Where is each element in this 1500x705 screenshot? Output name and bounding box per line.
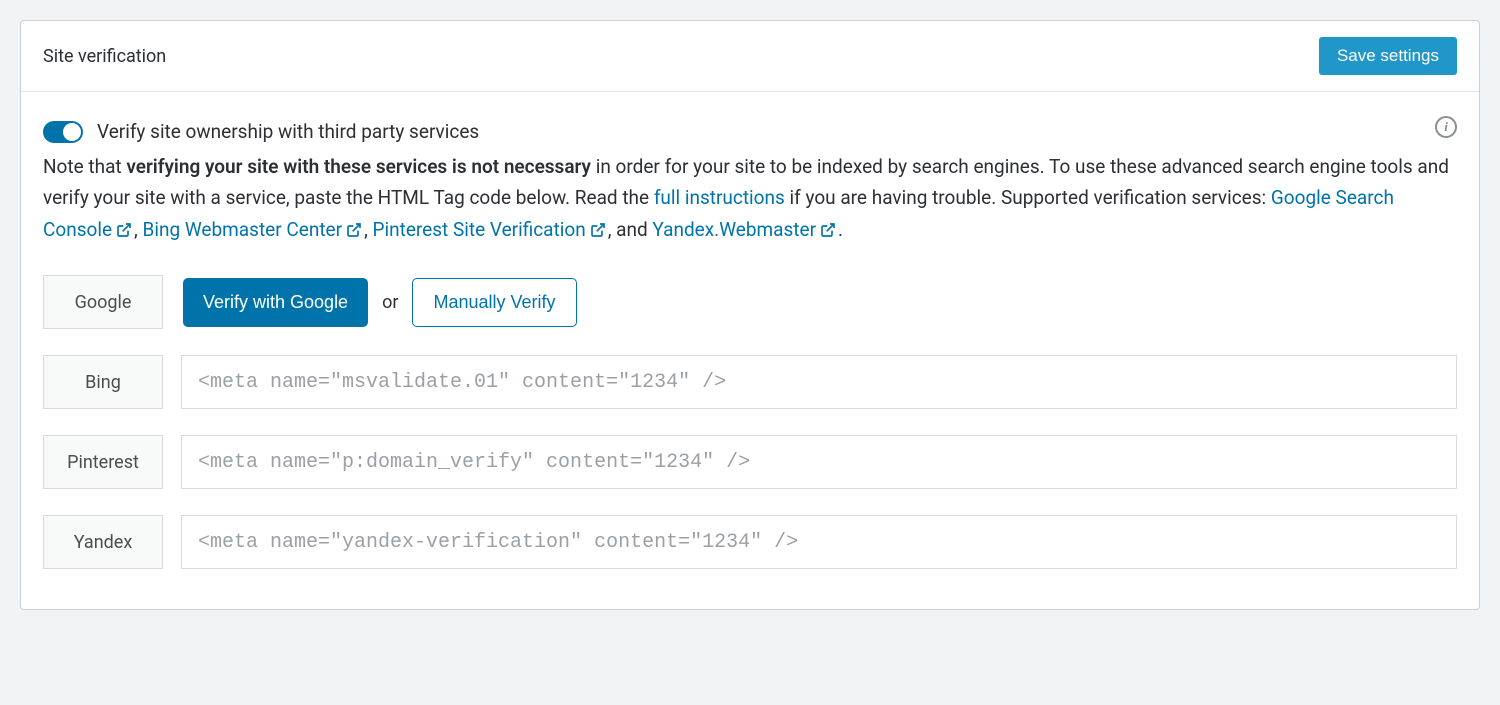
yandex-input[interactable] (181, 515, 1457, 569)
external-link-icon (346, 216, 362, 247)
description-text: Note that verifying your site with these… (43, 151, 1457, 247)
panel-body: i Verify site ownership with third party… (21, 92, 1479, 609)
verify-toggle[interactable] (43, 121, 83, 143)
external-link-icon (590, 216, 606, 247)
pinterest-row: Pinterest (43, 435, 1457, 489)
or-text: or (382, 292, 398, 313)
description-note-prefix: Note that (43, 155, 126, 178)
pinterest-label: Pinterest (43, 435, 163, 489)
save-settings-button[interactable]: Save settings (1319, 37, 1457, 75)
yandex-row: Yandex (43, 515, 1457, 569)
bing-label: Bing (43, 355, 163, 409)
bing-webmaster-link[interactable]: Bing Webmaster Center (143, 218, 343, 241)
description-bold: verifying your site with these services … (126, 155, 591, 178)
pinterest-input[interactable] (181, 435, 1457, 489)
sep2: , (364, 218, 372, 241)
info-icon[interactable]: i (1435, 116, 1457, 138)
toggle-knob (63, 123, 81, 141)
google-row: Google Verify with Google or Manually Ve… (43, 275, 1457, 329)
bing-row: Bing (43, 355, 1457, 409)
panel-title: Site verification (43, 46, 166, 67)
toggle-row: Verify site ownership with third party s… (43, 120, 1457, 143)
external-link-icon (820, 216, 836, 247)
google-controls: Verify with Google or Manually Verify (183, 275, 577, 329)
pinterest-verification-link[interactable]: Pinterest Site Verification (373, 218, 586, 241)
site-verification-panel: Site verification Save settings i Verify… (20, 20, 1480, 610)
yandex-label: Yandex (43, 515, 163, 569)
verify-with-google-button[interactable]: Verify with Google (183, 278, 368, 327)
sep3: , and (608, 218, 653, 241)
external-link-icon (116, 216, 132, 247)
manually-verify-button[interactable]: Manually Verify (412, 278, 576, 327)
period: . (838, 218, 843, 241)
full-instructions-link[interactable]: full instructions (654, 186, 785, 209)
toggle-label: Verify site ownership with third party s… (97, 120, 479, 143)
yandex-webmaster-link[interactable]: Yandex.Webmaster (652, 218, 816, 241)
sep1: , (134, 218, 142, 241)
google-label: Google (43, 275, 163, 329)
panel-header: Site verification Save settings (21, 21, 1479, 92)
description-after-instructions: if you are having trouble. Supported ver… (785, 186, 1271, 209)
bing-input[interactable] (181, 355, 1457, 409)
